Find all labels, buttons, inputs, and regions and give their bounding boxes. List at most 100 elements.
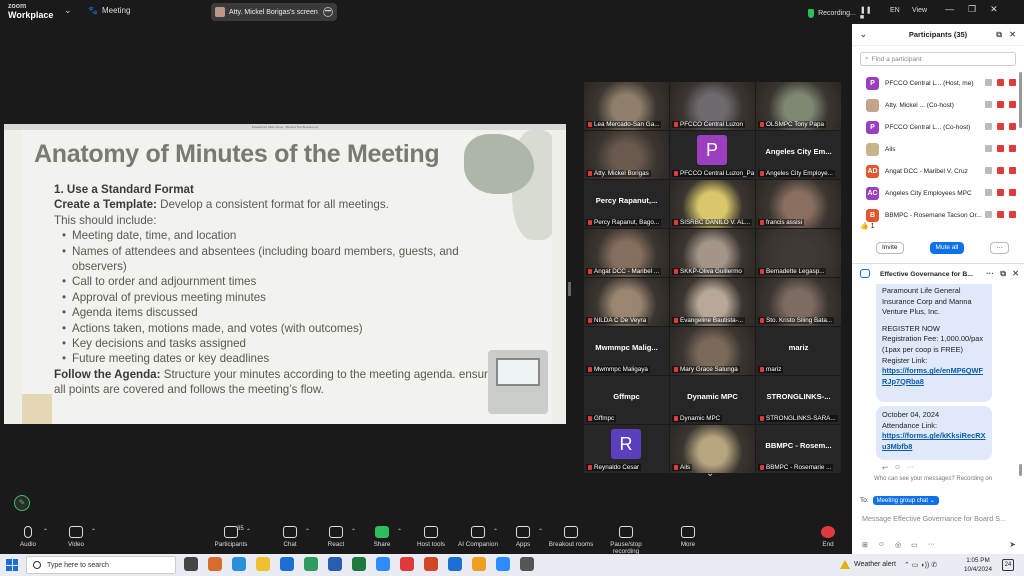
taskbar-app-icon[interactable]: [304, 557, 318, 571]
notification-icon[interactable]: 24: [1002, 559, 1014, 571]
more-icon[interactable]: ···: [928, 541, 935, 549]
send-icon[interactable]: ➤: [1009, 540, 1016, 549]
video-off-icon[interactable]: [1009, 123, 1016, 130]
participant-row[interactable]: AD Angat DCC - Maribel V. Cruz: [852, 160, 1024, 182]
video-off-icon[interactable]: [1009, 167, 1016, 174]
invite-button[interactable]: Invite: [876, 242, 904, 254]
who-can-see-notice[interactable]: Who can see your messages? Recording on: [874, 476, 992, 482]
video-tile[interactable]: Dynamic MPC Dynamic MPC: [670, 376, 755, 424]
breakout-button[interactable]: Breakout rooms: [543, 526, 599, 548]
video-off-icon[interactable]: [1009, 79, 1016, 86]
participant-row[interactable]: P PFCCO Central L... (Host, me): [852, 72, 1024, 94]
resize-handle[interactable]: [568, 282, 571, 296]
video-tile[interactable]: Sto. Kristo Siling Bata...: [756, 278, 841, 326]
clock[interactable]: 1:05 PM 10/4/2024: [964, 556, 992, 574]
screenshot-icon[interactable]: ◎: [895, 541, 901, 549]
maximize-icon[interactable]: ❐: [968, 4, 976, 15]
format-icon[interactable]: ⊞: [862, 541, 868, 549]
emoji-icon[interactable]: ☺: [894, 464, 901, 472]
pause-button[interactable]: Pause/stop recording: [598, 526, 654, 555]
system-tray[interactable]: ⌃ ▭ ◖)) ✆: [904, 561, 937, 569]
pause-icon[interactable]: ❚❚ ■: [860, 6, 874, 21]
video-tile[interactable]: Lea Mercado-San Ga...: [584, 82, 669, 130]
video-tile[interactable]: OLSMPC Tony Papa: [756, 82, 841, 130]
taskbar-search-input[interactable]: Type here to search: [26, 556, 176, 574]
video-tile[interactable]: R Reynaldo Cesar: [584, 425, 669, 473]
video-tile[interactable]: Mwmmpc Malig... Mwmmpc Maligaya: [584, 327, 669, 375]
participant-row[interactable]: Atty. Mickel ... (Co-host): [852, 94, 1024, 116]
taskbar-app-icon[interactable]: [448, 557, 462, 571]
taskbar-app-icon[interactable]: [208, 557, 222, 571]
video-tile[interactable]: PFCCO Central Luzon: [670, 82, 755, 130]
meeting-tab[interactable]: 🐾 Meeting: [88, 6, 130, 15]
popout-icon[interactable]: ⧉: [996, 30, 1002, 40]
video-tile[interactable]: francis assisi: [756, 180, 841, 228]
sharing-pill[interactable]: Atty. Mickel Borigas's screen •••: [211, 3, 337, 21]
annotate-pencil-icon[interactable]: ✎: [14, 495, 30, 511]
participant-row[interactable]: P PFCCO Central L... (Co-host): [852, 116, 1024, 138]
taskbar-app-icon[interactable]: [400, 557, 414, 571]
video-tile[interactable]: Angat DCC - Maribel ...: [584, 229, 669, 277]
video-tile[interactable]: NILDA C De Veyra: [584, 278, 669, 326]
video-off-icon[interactable]: [1009, 101, 1016, 108]
recording-indicator[interactable]: Recording... ❚❚ ■: [808, 6, 873, 21]
popout-icon[interactable]: ⧉: [1000, 269, 1006, 279]
chevron-up-icon[interactable]: ⌃: [397, 528, 402, 535]
chevron-down-icon[interactable]: ⌄: [706, 468, 714, 479]
video-tile[interactable]: SISRBC DANILO V. AL...: [670, 180, 755, 228]
emoji-icon[interactable]: ☺: [878, 541, 885, 549]
taskbar-app-icon[interactable]: [280, 557, 294, 571]
close-icon[interactable]: ✕: [1012, 269, 1019, 278]
video-off-icon[interactable]: [1009, 211, 1016, 218]
taskbar-app-icon[interactable]: [184, 557, 198, 571]
chat-message-input[interactable]: Message Effective Governance for Board S…: [862, 514, 1006, 523]
more-icon[interactable]: •••: [323, 7, 333, 17]
close-icon[interactable]: ✕: [990, 4, 998, 15]
more-icon[interactable]: ···: [907, 464, 914, 472]
file-icon[interactable]: ▭: [911, 541, 918, 549]
muted-mic-icon[interactable]: [997, 211, 1004, 218]
attendance-link[interactable]: https://forms.gle/kKksiRecRXu3Mbfb8: [882, 431, 986, 452]
close-icon[interactable]: ✕: [1009, 30, 1016, 39]
taskbar-app-icon[interactable]: [256, 557, 270, 571]
video-button[interactable]: Video ⌃: [48, 526, 104, 548]
video-tile[interactable]: mariz mariz: [756, 327, 841, 375]
minimize-icon[interactable]: —: [945, 4, 954, 15]
language-button[interactable]: EN: [890, 7, 900, 14]
more-button[interactable]: ···: [990, 242, 1009, 254]
participant-search-input[interactable]: ⌕ Find a participant: [860, 52, 1016, 66]
more-button[interactable]: More: [660, 526, 716, 548]
weather-alert[interactable]: Weather alert: [840, 560, 896, 569]
chevron-up-icon[interactable]: ⌃: [246, 528, 251, 535]
participant-row[interactable]: Ails: [852, 138, 1024, 160]
video-tile[interactable]: Bernadette Legasp...: [756, 229, 841, 277]
more-icon[interactable]: ···: [986, 269, 994, 278]
muted-mic-icon[interactable]: [997, 167, 1004, 174]
taskbar-app-icon[interactable]: [352, 557, 366, 571]
video-tile[interactable]: BBMPC - Rosem... BBMPC - Rosemarie ...: [756, 425, 841, 473]
video-tile[interactable]: Ails: [670, 425, 755, 473]
participant-row[interactable]: AC Angeles City Employees MPC: [852, 182, 1024, 204]
video-tile[interactable]: Mary Grace Salunga: [670, 327, 755, 375]
muted-mic-icon[interactable]: [997, 123, 1004, 130]
register-link[interactable]: https://forms.gle/enMP6QWFRJp7QRba8: [882, 366, 986, 387]
taskbar-app-icon[interactable]: [328, 557, 342, 571]
windows-start-icon[interactable]: [6, 559, 18, 571]
muted-mic-icon[interactable]: [997, 189, 1004, 196]
taskbar-app-icon[interactable]: [424, 557, 438, 571]
share-button[interactable]: Share ⌃: [354, 526, 410, 548]
scrollbar[interactable]: [1019, 72, 1022, 128]
chevron-down-icon[interactable]: ⌄: [860, 30, 867, 39]
video-off-icon[interactable]: [1009, 145, 1016, 152]
end-button[interactable]: End: [800, 526, 856, 548]
taskbar-app-icon[interactable]: [376, 557, 390, 571]
reply-icon[interactable]: ↩: [882, 464, 888, 472]
taskbar-app-icon[interactable]: [472, 557, 486, 571]
participant-row[interactable]: B BBMPC - Rosemarie Tacson Or...: [852, 204, 1024, 226]
taskbar-app-icon[interactable]: [520, 557, 534, 571]
muted-mic-icon[interactable]: [997, 79, 1004, 86]
chevron-down-icon[interactable]: ⌄: [64, 5, 72, 16]
video-tile[interactable]: SKKP-Oliva Guillermo: [670, 229, 755, 277]
participants-button[interactable]: Participants 35 ⌃: [203, 526, 259, 548]
view-button[interactable]: View: [912, 7, 927, 14]
